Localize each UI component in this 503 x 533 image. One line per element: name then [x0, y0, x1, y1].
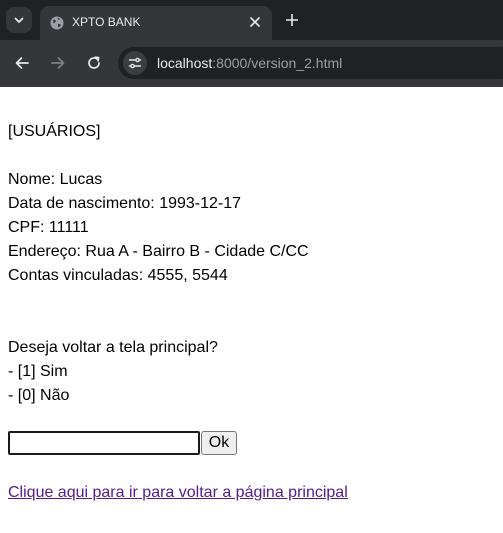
return-question: Deseja voltar a tela principal?: [8, 339, 218, 356]
user-birth-date: Data de nascimento: 1993-12-17: [8, 195, 242, 212]
tab-title: XPTO BANK: [72, 15, 141, 29]
url-host: localhost: [157, 55, 213, 71]
url-path: :8000/version_2.html: [212, 55, 343, 71]
home-link[interactable]: Clique aqui para ir para voltar a página…: [8, 483, 348, 503]
arrow-right-icon: [51, 57, 65, 69]
page-heading: [USUÁRIOS]: [8, 123, 101, 140]
reload-button[interactable]: [83, 52, 105, 74]
chevron-down-icon: [14, 17, 24, 23]
new-tab-button[interactable]: [282, 10, 302, 30]
arrow-left-icon: [15, 57, 29, 69]
user-cpf: CPF: 11111: [8, 219, 89, 236]
globe-icon: [50, 16, 64, 30]
user-linked-accounts: Contas vinculadas: 4555, 5544: [8, 267, 228, 284]
tab-search-button[interactable]: [6, 7, 32, 33]
tab-active[interactable]: XPTO BANK: [40, 6, 272, 40]
tune-icon: [128, 57, 142, 69]
tab-close-button[interactable]: [246, 13, 264, 31]
tab-strip: XPTO BANK: [0, 0, 503, 40]
address-bar[interactable]: localhost:8000/version_2.html: [118, 47, 503, 79]
site-info-button[interactable]: [123, 51, 147, 75]
option-no: - [0] Não: [8, 387, 70, 404]
plus-icon: [286, 14, 298, 26]
close-icon: [250, 17, 260, 27]
ok-button[interactable]: Ok: [201, 431, 237, 455]
option-yes: - [1] Sim: [8, 363, 68, 380]
browser-toolbar: localhost:8000/version_2.html: [0, 40, 503, 87]
browser-chrome: XPTO BANK localhost:8000/version_2.html: [0, 0, 503, 87]
url-text: localhost:8000/version_2.html: [157, 54, 342, 72]
forward-button[interactable]: [47, 52, 69, 74]
answer-input[interactable]: [8, 431, 200, 455]
user-name: Nome: Lucas: [8, 171, 103, 188]
reload-icon: [88, 56, 100, 69]
back-button[interactable]: [11, 52, 33, 74]
user-address: Endereço: Rua A - Bairro B - Cidade C/CC: [8, 243, 309, 260]
